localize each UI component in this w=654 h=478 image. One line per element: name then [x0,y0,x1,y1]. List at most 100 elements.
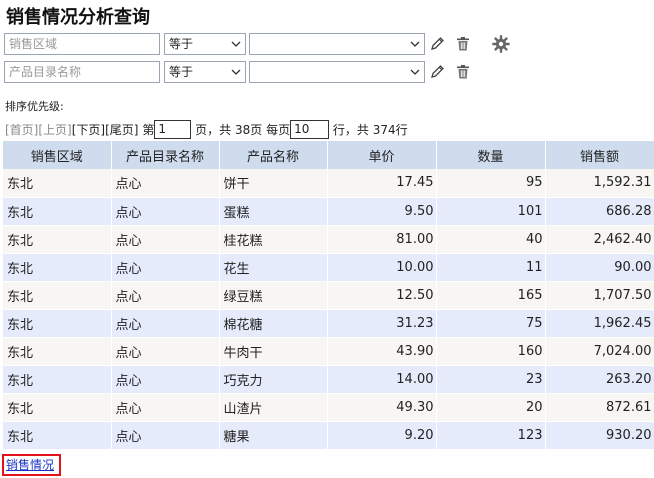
delete-button-2[interactable] [453,62,473,82]
sales-table: 销售区域 产品目录名称 产品名称 单价 数量 销售额 东北 点心 饼干 17.45 95… [3,141,654,450]
cell-region: 东北 [3,197,112,226]
cell-product: 饼干 [219,169,328,198]
field-input-region[interactable]: 销售区域 [4,33,160,55]
cell-region: 东北 [3,337,112,366]
cell-product: 巧克力 [219,365,328,394]
chevron-down-icon [410,69,420,75]
sort-priority-label: 排序优先级: [5,100,64,113]
cell-unit-price: 17.45 [327,169,437,198]
cell-unit-price: 14.00 [327,365,437,394]
field-input-category[interactable]: 产品目录名称 [4,61,160,83]
cell-sales-amount: 263.20 [545,365,654,394]
cell-region: 东北 [3,169,112,198]
cell-product: 牛肉干 [219,337,328,366]
cell-sales-amount: 1,592.31 [545,169,654,198]
cell-product: 蛋糕 [219,197,328,226]
table-header-row: 销售区域 产品目录名称 产品名称 单价 数量 销售额 [3,141,654,169]
page-info-text: 页，共 38页 每页 [195,123,291,137]
cell-category: 点心 [111,421,220,450]
cell-region: 东北 [3,253,112,282]
chevron-down-icon [410,41,420,47]
cell-quantity: 40 [436,225,546,254]
first-page-link[interactable]: [首页] [5,120,38,140]
table-row: 东北 点心 花生 10.00 11 90.00 [3,253,654,282]
cell-quantity: 123 [436,421,546,450]
last-page-link[interactable]: [尾页] [105,120,138,140]
cell-unit-price: 12.50 [327,281,437,310]
chevron-down-icon [231,69,241,75]
column-header-category[interactable]: 产品目录名称 [111,141,220,169]
cell-region: 东北 [3,225,112,254]
cell-category: 点心 [111,197,220,226]
table-row: 东北 点心 棉花糖 31.23 75 1,962.45 [3,309,654,338]
column-header-quantity[interactable]: 数量 [436,141,546,169]
table-row: 东北 点心 蛋糕 9.50 101 686.28 [3,197,654,226]
pencil-icon [431,37,444,50]
edit-button-2[interactable] [427,62,447,82]
cell-product: 山渣片 [219,393,328,422]
pagination-bar: [首页][上页][下页][尾页] 第1 页，共 38页 每页 10 行，共 374… [5,120,408,140]
cell-category: 点心 [111,309,220,338]
trash-icon [457,37,469,51]
cell-unit-price: 10.00 [327,253,437,282]
operator-select-2[interactable]: 等于 [164,61,246,83]
cell-unit-price: 81.00 [327,225,437,254]
page-prefix-text: 第 [142,123,155,137]
operator-select-value: 等于 [169,65,194,79]
column-header-product[interactable]: 产品名称 [219,141,328,169]
cell-product: 糖果 [219,421,328,450]
trash-icon [457,65,469,79]
cell-sales-amount: 90.00 [545,253,654,282]
cell-quantity: 95 [436,169,546,198]
cell-unit-price: 49.30 [327,393,437,422]
cell-sales-amount: 686.28 [545,197,654,226]
cell-product: 花生 [219,253,328,282]
gear-icon [492,35,510,53]
settings-button[interactable] [491,34,511,54]
cell-region: 东北 [3,421,112,450]
cell-sales-amount: 7,024.00 [545,337,654,366]
cell-product: 棉花糖 [219,309,328,338]
column-header-sales-amount[interactable]: 销售额 [545,141,654,169]
cell-quantity: 20 [436,393,546,422]
value-select-2[interactable] [249,61,425,83]
table-row: 东北 点心 巧克力 14.00 23 263.20 [3,365,654,394]
cell-category: 点心 [111,365,220,394]
sales-report-link[interactable]: 销售情况 [2,454,61,476]
table-row: 东北 点心 绿豆糕 12.50 165 1,707.50 [3,281,654,310]
rows-info-text: 行，共 374行 [332,123,408,137]
rows-per-page-input[interactable]: 10 [290,120,330,139]
cell-category: 点心 [111,337,220,366]
delete-button-1[interactable] [453,34,473,54]
cell-unit-price: 9.20 [327,421,437,450]
chevron-down-icon [231,41,241,47]
column-header-region[interactable]: 销售区域 [3,141,112,169]
cell-region: 东北 [3,365,112,394]
page-number-input[interactable]: 1 [154,120,192,139]
column-header-unit-price[interactable]: 单价 [327,141,437,169]
edit-button-1[interactable] [427,34,447,54]
cell-quantity: 165 [436,281,546,310]
cell-product: 绿豆糕 [219,281,328,310]
prev-page-link[interactable]: [上页] [38,120,71,140]
cell-sales-amount: 1,707.50 [545,281,654,310]
cell-unit-price: 43.90 [327,337,437,366]
table-row: 东北 点心 桂花糕 81.00 40 2,462.40 [3,225,654,254]
next-page-link[interactable]: [下页] [72,120,105,140]
page-title: 销售情况分析查询 [6,7,150,28]
cell-category: 点心 [111,253,220,282]
table-row: 东北 点心 糖果 9.20 123 930.20 [3,421,654,450]
cell-category: 点心 [111,393,220,422]
cell-sales-amount: 2,462.40 [545,225,654,254]
value-select-1[interactable] [249,33,425,55]
cell-region: 东北 [3,281,112,310]
pencil-icon [431,65,444,78]
operator-select-1[interactable]: 等于 [164,33,246,55]
cell-region: 东北 [3,309,112,338]
cell-region: 东北 [3,393,112,422]
cell-sales-amount: 872.61 [545,393,654,422]
table-row: 东北 点心 山渣片 49.30 20 872.61 [3,393,654,422]
cell-quantity: 11 [436,253,546,282]
cell-quantity: 160 [436,337,546,366]
operator-select-value: 等于 [169,37,194,51]
